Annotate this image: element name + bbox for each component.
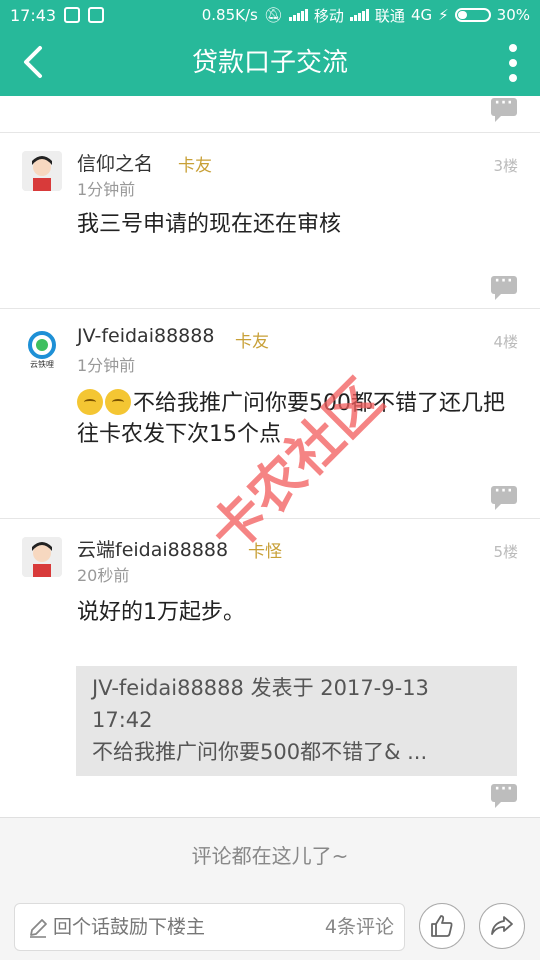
- share-icon: [491, 916, 513, 935]
- avatar[interactable]: [22, 537, 62, 577]
- battery-icon: [454, 8, 491, 22]
- reply-icon[interactable]: [491, 273, 517, 300]
- quote-time: 17:42: [92, 708, 153, 732]
- share-button[interactable]: [479, 903, 525, 949]
- signal-icon-2: [349, 9, 369, 21]
- reply-input[interactable]: 回个话鼓励下楼主 4条评论: [14, 903, 405, 951]
- post-floor-3: 信仰之名 卡友 1分钟前 3楼 我三号申请的现在还在审核: [0, 133, 540, 308]
- reply-icon[interactable]: [491, 483, 517, 510]
- post-text: 不给我推广问你要500都不错了还几把往卡农发下次15个点: [77, 391, 505, 447]
- post-time: 20秒前: [77, 566, 130, 585]
- avatar-text: 云铁哩: [30, 359, 54, 369]
- avatar-person-icon: [22, 151, 62, 191]
- reply-placeholder: 回个话鼓励下楼主: [53, 916, 206, 938]
- user-tag: 卡友: [178, 156, 212, 176]
- bottom-bar: 回个话鼓励下楼主 4条评论: [0, 893, 540, 960]
- post-floor-4: 云铁哩 JV-feidai88888 卡友 1分钟前 4楼 不给我推广问你要50…: [0, 309, 540, 518]
- user-tag: 卡友: [235, 332, 269, 352]
- avatar[interactable]: [22, 151, 62, 191]
- floor-number: 5楼: [493, 543, 518, 561]
- quoted-reply[interactable]: JV-feidai88888 发表于 2017-9-13 17:42 不给我推广…: [76, 666, 517, 776]
- network-type: 4G: [410, 6, 433, 24]
- security-icon: [64, 7, 81, 23]
- avatar-person-icon: [22, 537, 62, 577]
- comment-count[interactable]: 4条评论: [325, 904, 394, 950]
- reply-icon[interactable]: [491, 781, 517, 808]
- post-time: 1分钟前: [77, 356, 136, 375]
- user-tag: 卡怪: [248, 542, 282, 562]
- floor-number: 3楼: [493, 157, 518, 175]
- mute-icon: 🔕︎: [263, 6, 283, 24]
- comments-end-hint: 评论都在这儿了~: [0, 817, 540, 893]
- network-speed: 0.85K/s: [201, 6, 258, 24]
- post-content: 说好的1万起步。: [77, 600, 245, 625]
- battery-percent: 30%: [496, 6, 530, 24]
- signal-icon: [288, 9, 308, 21]
- quote-text: 不给我推广问你要500都不错了& ...: [92, 740, 428, 764]
- thumbs-up-icon: [431, 915, 453, 937]
- post-time: 1分钟前: [77, 180, 136, 199]
- floor-number: 4楼: [493, 333, 518, 351]
- avatar[interactable]: 云铁哩: [22, 329, 62, 369]
- post-content: 不给我推广问你要500都不错了还几把往卡农发下次15个点: [77, 388, 507, 450]
- app-logo-avatar: 云铁哩: [28, 331, 56, 369]
- thinking-emoji-icon: [105, 389, 131, 415]
- page-title: 贷款口子交流: [191, 48, 348, 78]
- carrier-2: 联通: [374, 6, 405, 25]
- username[interactable]: 云端feidai88888: [77, 535, 228, 562]
- carrier-1: 移动: [313, 6, 344, 25]
- post-content: 我三号申请的现在还在审核: [77, 212, 342, 237]
- top-bar: 贷款口子交流: [0, 30, 540, 96]
- more-menu-button[interactable]: [506, 44, 520, 82]
- pencil-icon: [30, 919, 47, 938]
- shield-icon: [88, 7, 105, 23]
- username[interactable]: JV-feidai88888: [77, 325, 214, 347]
- status-bar: 17:43 0.85K/s 🔕︎ 移动 联通 4G ⚡ 30%: [0, 0, 540, 30]
- reply-icon[interactable]: [491, 95, 517, 122]
- status-time: 17:43: [10, 5, 57, 25]
- like-button[interactable]: [419, 903, 465, 949]
- quote-header: JV-feidai88888 发表于 2017-9-13: [92, 676, 429, 700]
- username[interactable]: 信仰之名: [77, 149, 153, 176]
- thinking-emoji-icon: [77, 389, 103, 415]
- charging-icon: ⚡: [438, 6, 449, 24]
